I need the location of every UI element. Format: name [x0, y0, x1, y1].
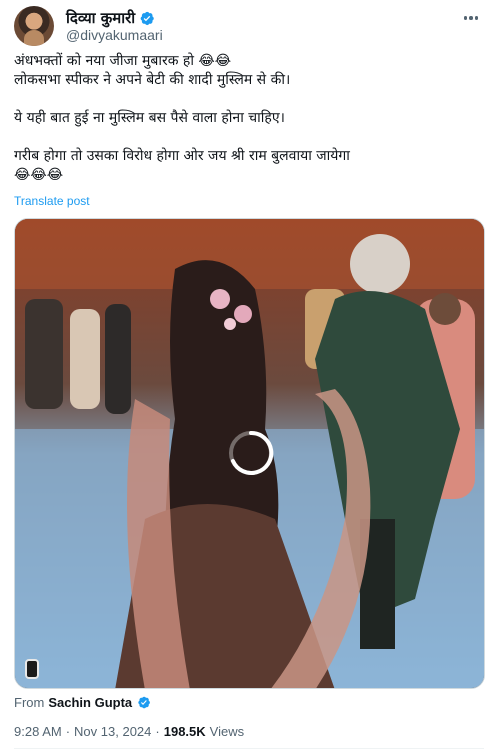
tweet-header: दिव्या कुमारी @divyakumaari — [14, 6, 484, 46]
tweet-line: 😂😂😂 — [14, 167, 64, 183]
tweet-meta: 9:28 AM · Nov 13, 2024 · 198.5K Views — [14, 724, 244, 739]
views-label: Views — [209, 724, 245, 739]
divider — [14, 748, 484, 749]
tweet-time[interactable]: 9:28 AM — [14, 724, 62, 739]
tweet-date[interactable]: Nov 13, 2024 — [74, 724, 151, 739]
video-player[interactable] — [14, 218, 485, 689]
author-display-name[interactable]: दिव्या कुमारी — [66, 8, 135, 28]
video-control-icon[interactable] — [25, 659, 39, 679]
tweet-line: गरीब होगा तो उसका विरोध होगा ओर जय श्री … — [14, 148, 350, 164]
author-handle[interactable]: @divyakumaari — [66, 27, 163, 43]
loading-spinner-icon — [229, 430, 274, 475]
video-attribution: From Sachin Gupta — [14, 695, 151, 710]
meta-separator: · — [155, 724, 160, 739]
tweet-line: लोकसभा स्पीकर ने अपने बेटी की शादी मुस्ल… — [14, 72, 291, 88]
from-label: From — [14, 695, 45, 710]
tweet-line: ये यही बात हुई ना मुस्लिम बस पैसे वाला ह… — [14, 110, 285, 126]
verified-badge-icon — [138, 696, 151, 709]
more-dot-icon — [474, 16, 479, 20]
tweet-text: अंधभक्तों को नया जीजा मुबारक हो 😂😂 लोकसभ… — [14, 52, 484, 185]
meta-separator: · — [65, 724, 71, 739]
verified-badge-icon — [140, 11, 154, 25]
tweet-line: अंधभक्तों को नया जीजा मुबारक हो 😂😂 — [14, 53, 232, 69]
translate-post-link[interactable]: Translate post — [14, 194, 90, 208]
from-author-link[interactable]: Sachin Gupta — [48, 695, 132, 710]
more-dot-icon — [469, 16, 473, 20]
more-options-button[interactable] — [460, 8, 482, 28]
author-name-row[interactable]: दिव्या कुमारी — [66, 8, 155, 28]
more-dot-icon — [463, 16, 468, 20]
author-avatar[interactable] — [14, 6, 54, 46]
views-count: 198.5K — [163, 724, 206, 739]
